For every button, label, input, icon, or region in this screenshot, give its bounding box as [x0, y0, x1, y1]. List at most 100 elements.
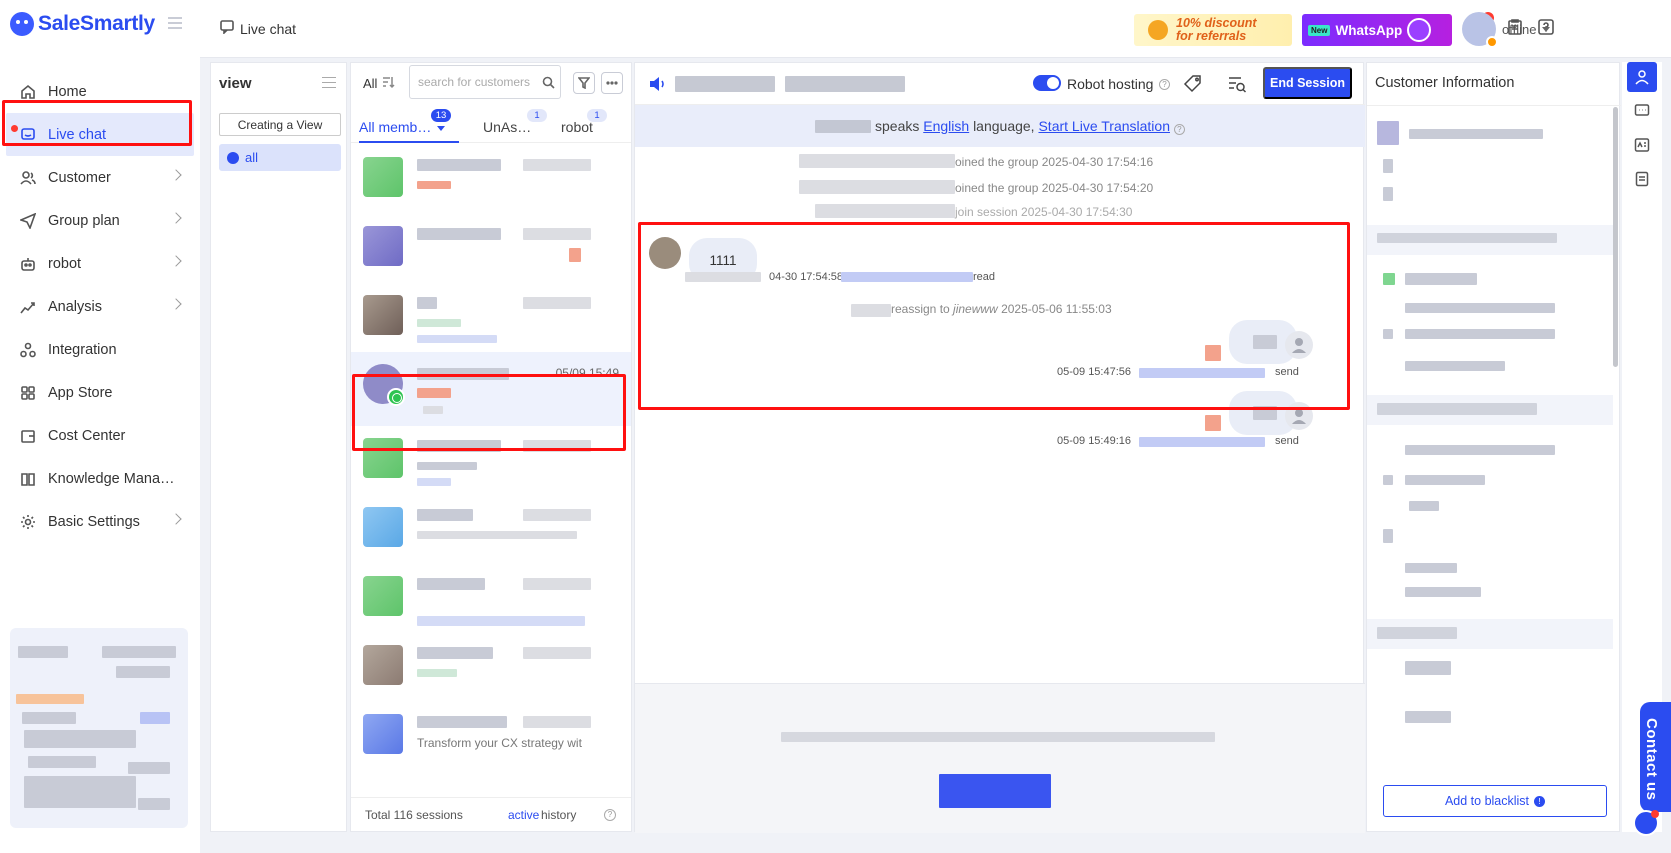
tab-active-sessions[interactable]: active	[508, 808, 539, 822]
chat-toolbar: Robot hosting ? End Session	[635, 63, 1365, 105]
create-view-button[interactable]: Creating a View	[219, 113, 341, 136]
chat-icon	[20, 127, 36, 143]
tab-all-members[interactable]: All memb… 13	[359, 109, 451, 135]
notes-icon[interactable]	[1627, 164, 1657, 194]
sidebar-item-live-chat[interactable]: Live chat	[6, 113, 194, 156]
view-panel: view Creating a View all	[210, 62, 347, 832]
translation-bar: speaks English language, Start Live Tran…	[635, 105, 1365, 147]
end-session-button[interactable]: End Session	[1263, 67, 1352, 99]
tag-icon[interactable]	[1183, 74, 1203, 97]
chevron-right-icon	[170, 255, 182, 267]
help-icon[interactable]: ?	[604, 808, 616, 821]
join-session-button[interactable]	[939, 774, 1051, 808]
contact-us-button[interactable]: Contact us	[1640, 702, 1671, 812]
chat-panel: Robot hosting ? End Session speaks Engli…	[634, 62, 1365, 833]
sidebar-item-group-plan[interactable]: Group plan	[0, 199, 200, 242]
sidebar-item-analysis[interactable]: Analysis	[0, 285, 200, 328]
collapse-sidebar-icon[interactable]	[168, 17, 182, 29]
add-to-blacklist-button[interactable]: Add to blacklist !	[1383, 785, 1607, 817]
whatsapp-icon	[387, 388, 405, 406]
message-composer	[635, 683, 1365, 833]
sidebar-item-integration[interactable]: Integration	[0, 328, 200, 371]
list-item[interactable]	[351, 214, 631, 283]
support-chat-icon[interactable]	[1633, 810, 1659, 836]
view-item-all[interactable]: all	[219, 144, 341, 171]
whatsapp-label: WhatsApp	[1335, 22, 1403, 38]
list-item[interactable]	[351, 283, 631, 352]
message-status: read	[973, 271, 996, 283]
sidebar-item-customer[interactable]: Customer	[0, 156, 200, 199]
message-time: 05-09 15:49:16	[1057, 435, 1132, 447]
active-tab-underline	[359, 141, 459, 143]
card-icon[interactable]	[1627, 130, 1657, 160]
scrollbar[interactable]	[1613, 107, 1618, 367]
robot-hosting-toggle[interactable]	[1033, 75, 1061, 91]
referral-promo-banner[interactable]: 10% discount for referrals	[1134, 14, 1292, 46]
unread-dot	[1651, 810, 1659, 818]
start-translation-link[interactable]: Start Live Translation	[1038, 118, 1170, 134]
coin-icon	[1148, 20, 1168, 40]
sidebar-item-basic-settings[interactable]: Basic Settings	[0, 500, 200, 543]
avatar	[363, 157, 403, 197]
search-icon[interactable]	[542, 76, 555, 92]
help-icon[interactable]: ?	[1159, 79, 1170, 90]
view-menu-icon[interactable]	[322, 77, 336, 88]
avatar	[363, 645, 403, 685]
list-item-selected[interactable]: 05/09 15:49	[351, 352, 631, 426]
list-item[interactable]	[351, 564, 631, 633]
session-tabs: All memb… 13 UnAs… 1 robot 1	[351, 105, 631, 143]
page-title: Live chat	[220, 20, 296, 37]
session-list-panel: All All memb… 13 UnAs… 1 robot 1	[350, 62, 632, 832]
tab-robot[interactable]: robot 1	[561, 109, 607, 135]
sidebar-item-label: robot	[48, 255, 82, 272]
sidebar-item-robot[interactable]: robot	[0, 242, 200, 285]
help-icon[interactable]: ?	[1173, 124, 1185, 135]
list-item[interactable]	[351, 633, 631, 702]
message-status: send	[1275, 366, 1299, 378]
sort-icon[interactable]	[377, 75, 395, 92]
new-badge: New	[1308, 24, 1331, 36]
gear-icon	[20, 514, 36, 530]
top-header: Live chat 10% discount for referrals New…	[200, 0, 1671, 58]
avatar	[363, 438, 403, 478]
user-menu[interactable]: offline	[1462, 12, 1551, 48]
chevron-right-icon	[170, 212, 182, 224]
whatsapp-icon	[1407, 18, 1432, 42]
system-message: oined the group 2025-04-30 17:54:16	[955, 155, 1154, 169]
list-item[interactable]	[351, 145, 631, 214]
tab-unassigned[interactable]: UnAs… 1	[483, 109, 547, 135]
whatsapp-promo-banner[interactable]: New WhatsApp	[1302, 14, 1452, 46]
chat-bubble-icon	[227, 151, 239, 164]
language-link[interactable]: English	[923, 118, 969, 134]
avatar	[363, 576, 403, 616]
list-item[interactable]	[351, 495, 631, 564]
search-input[interactable]	[409, 65, 561, 99]
more-icon[interactable]	[601, 72, 623, 94]
list-item[interactable]	[351, 426, 631, 495]
sidebar-item-home[interactable]: Home	[0, 70, 200, 113]
customer-profile-icon[interactable]	[1627, 62, 1657, 92]
count-badge: 1	[587, 109, 607, 122]
tab-history-sessions[interactable]: history	[541, 808, 576, 822]
agent-avatar	[1285, 331, 1313, 359]
filter-all-dropdown[interactable]: All	[363, 76, 377, 91]
sidebar-item-app-store[interactable]: App Store	[0, 371, 200, 414]
search-history-icon[interactable]	[1227, 74, 1247, 97]
list-item[interactable]: Transform your CX strategy wit	[351, 702, 631, 771]
wallet-icon	[20, 428, 36, 444]
logo[interactable]: SaleSmartly	[10, 12, 155, 36]
session-total: Total 116 sessions	[365, 807, 463, 822]
account-card	[10, 628, 188, 828]
sidebar-item-label: Live chat	[48, 126, 107, 143]
system-message: join session 2025-04-30 17:54:30	[955, 205, 1133, 219]
sidebar-item-cost-center[interactable]: Cost Center	[0, 414, 200, 457]
message-time: 05-09 15:47:56	[1057, 366, 1132, 378]
logo-mark-icon	[10, 12, 34, 36]
avatar	[363, 507, 403, 547]
message-status: send	[1275, 435, 1299, 447]
filter-icon[interactable]	[573, 72, 595, 94]
robot-icon	[20, 256, 36, 272]
message-icon[interactable]	[1627, 96, 1657, 126]
unread-dot	[11, 125, 18, 132]
sidebar-item-knowledge[interactable]: Knowledge Mana…	[0, 457, 200, 500]
